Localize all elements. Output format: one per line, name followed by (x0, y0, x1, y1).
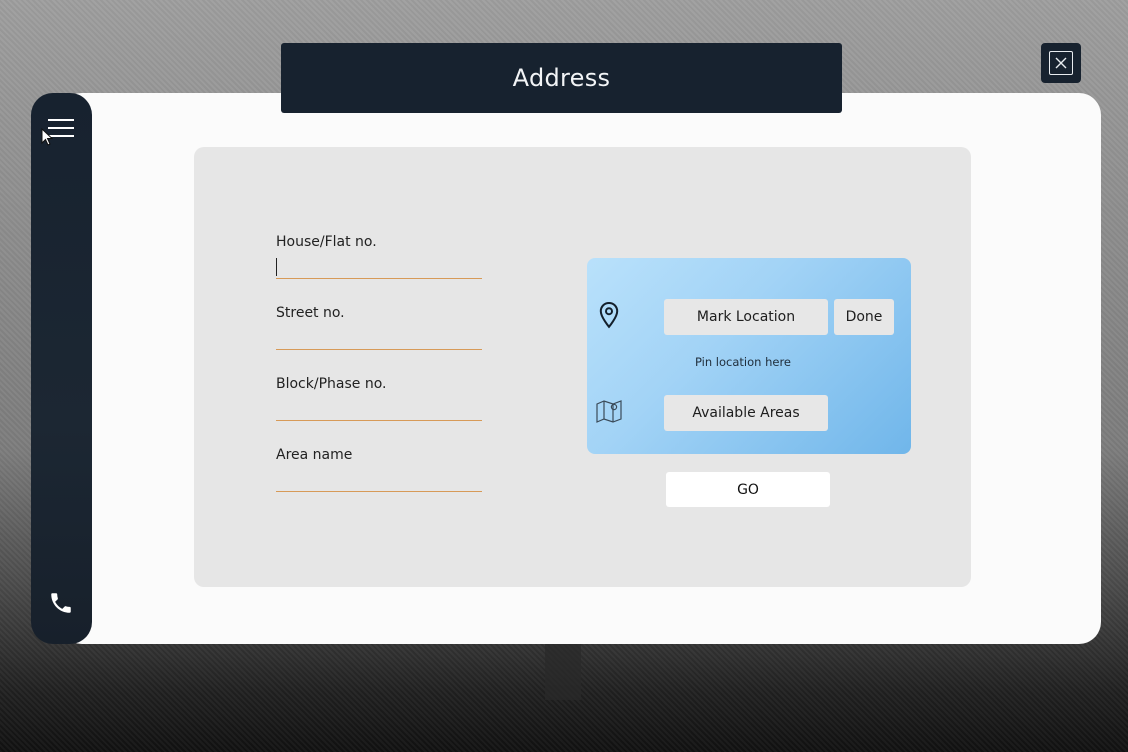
house-flat-field: House/Flat no. (276, 234, 482, 279)
house-flat-label: House/Flat no. (276, 234, 377, 250)
street-field: Street no. (276, 305, 482, 350)
house-flat-input[interactable] (276, 256, 482, 279)
block-phase-label: Block/Phase no. (276, 376, 387, 392)
block-phase-field: Block/Phase no. (276, 376, 482, 421)
address-form-panel: House/Flat no. Street no. Block/Phase no… (194, 147, 971, 587)
available-areas-button[interactable]: Available Areas (664, 395, 828, 431)
area-name-input[interactable] (276, 469, 482, 492)
area-name-label: Area name (276, 447, 353, 463)
phone-icon[interactable] (48, 590, 74, 616)
location-box: Mark Location Done Pin location here Ava… (587, 258, 911, 454)
street-input[interactable] (276, 327, 482, 350)
title-bar: Address (281, 43, 842, 113)
street-label: Street no. (276, 305, 345, 321)
text-caret (276, 258, 277, 276)
block-phase-input[interactable] (276, 398, 482, 421)
mouse-cursor-icon (41, 127, 54, 150)
sidebar (31, 93, 92, 644)
area-name-field: Area name (276, 447, 482, 492)
close-icon (1049, 51, 1073, 75)
done-button[interactable]: Done (834, 299, 894, 335)
map-icon (596, 399, 622, 427)
mark-location-button[interactable]: Mark Location (664, 299, 828, 335)
map-pin-icon (598, 301, 620, 333)
pin-hint: Pin location here (694, 355, 792, 369)
window-title: Address (512, 64, 611, 92)
close-button[interactable] (1041, 43, 1081, 83)
go-button[interactable]: GO (666, 472, 830, 507)
